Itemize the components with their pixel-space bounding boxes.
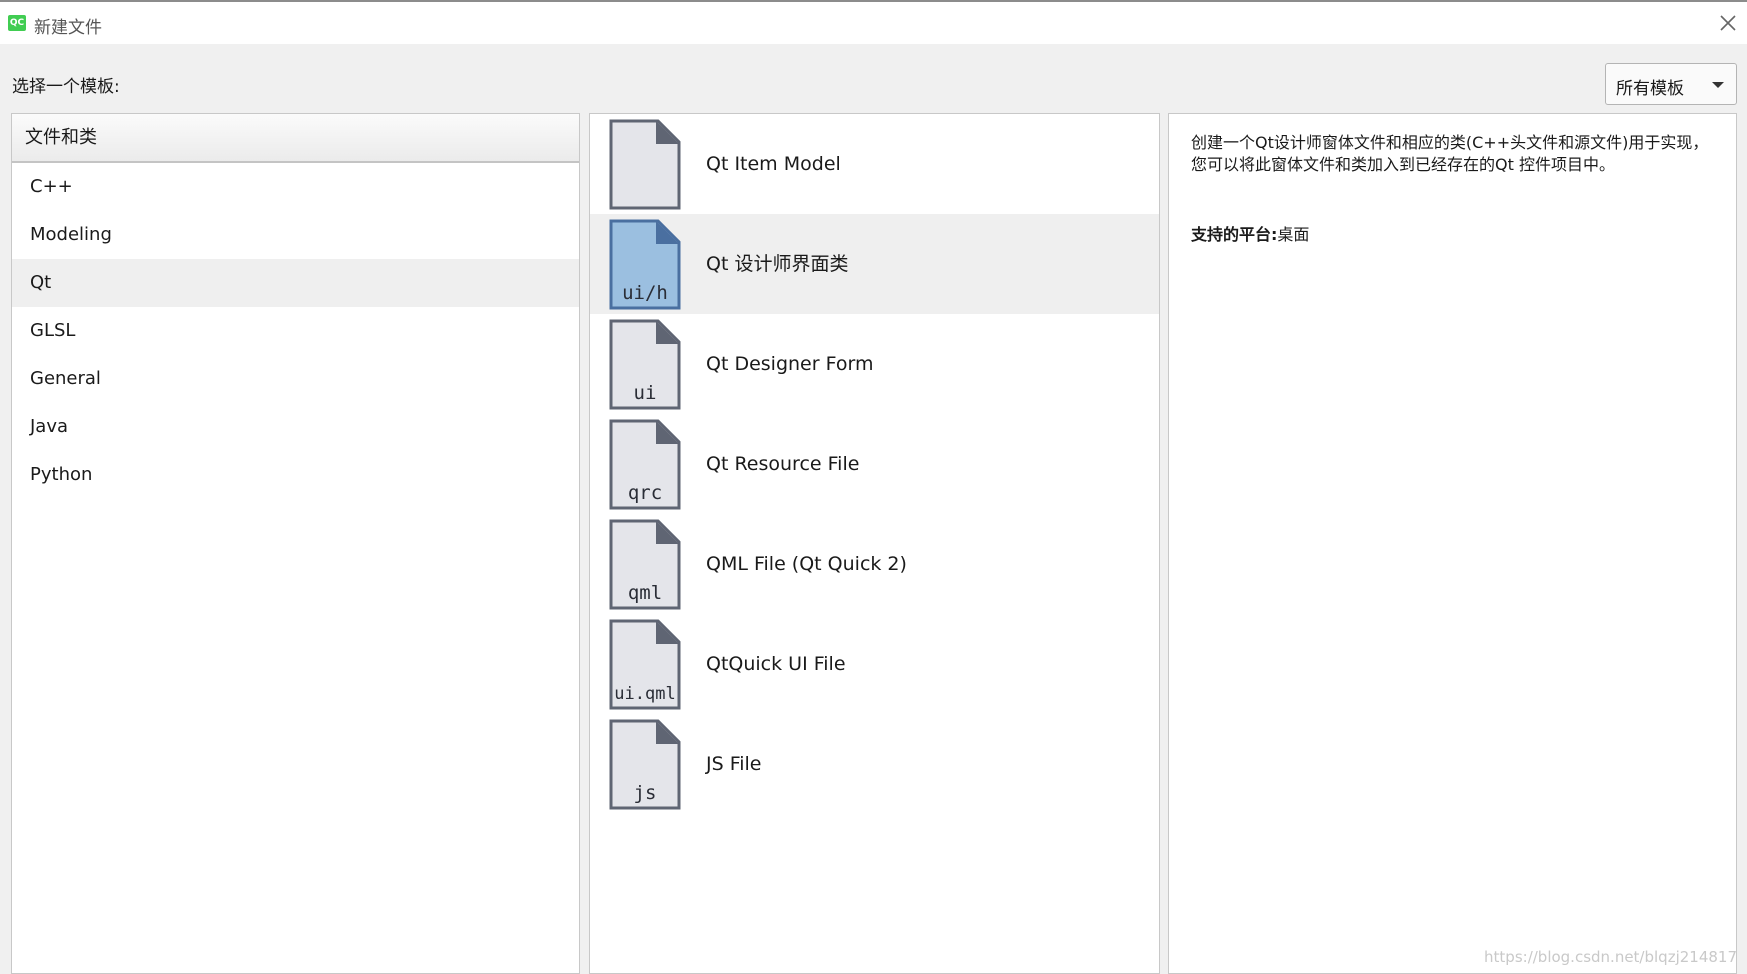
choose-template-label: 选择一个模板:: [12, 77, 120, 97]
document-file-icon: ui.qml: [609, 619, 681, 710]
document-file-icon: qml: [609, 519, 681, 610]
template-description: 创建一个Qt设计师窗体文件和相应的类(C++头文件和源文件)用于实现，您可以将此…: [1191, 133, 1709, 174]
file-type-text: qrc: [628, 482, 662, 504]
template-filter-value: 所有模板: [1616, 79, 1684, 99]
category-item-cpp[interactable]: C++: [12, 163, 579, 211]
template-label: Qt Item Model: [706, 153, 841, 175]
category-group-header[interactable]: 文件和类: [12, 114, 579, 163]
template-item[interactable]: js JS File: [590, 714, 1159, 814]
file-type-text: ui: [634, 382, 657, 404]
supported-platforms: 支持的平台:桌面: [1191, 221, 1309, 245]
category-item-modeling[interactable]: Modeling: [12, 211, 579, 259]
title-bar: QC 新建文件: [0, 0, 1747, 44]
template-label: Qt Designer Form: [706, 353, 874, 375]
window-title: 新建文件: [34, 18, 102, 38]
category-item-python[interactable]: Python: [12, 451, 579, 499]
watermark: https://blog.csdn.net/blqzj214817: [1484, 948, 1737, 966]
qt-logo-icon: QC: [8, 15, 26, 31]
category-list: C++ Modeling Qt GLSL General Java Python: [12, 163, 579, 499]
template-label: QML File (Qt Quick 2): [706, 553, 907, 575]
template-item[interactable]: qrc Qt Resource File: [590, 414, 1159, 514]
close-icon: [1720, 15, 1736, 31]
template-item[interactable]: ui Qt Designer Form: [590, 314, 1159, 414]
template-item[interactable]: qml QML File (Qt Quick 2): [590, 514, 1159, 614]
category-panel: 文件和类 C++ Modeling Qt GLSL General Java Python: [11, 113, 580, 974]
document-file-icon: ui: [609, 319, 681, 410]
details-panel: 创建一个Qt设计师窗体文件和相应的类(C++头文件和源文件)用于实现，您可以将此…: [1168, 113, 1737, 974]
template-list: Qt Item Model ui/h Qt 设计师界面类 ui Qt Designer …: [590, 114, 1159, 814]
template-label: JS File: [706, 753, 762, 775]
close-button[interactable]: [1713, 8, 1743, 38]
template-item[interactable]: ui.qml QtQuick UI File: [590, 614, 1159, 714]
template-label: QtQuick UI File: [706, 653, 846, 675]
category-item-general[interactable]: General: [12, 355, 579, 403]
file-type-text: qml: [628, 582, 662, 604]
template-label: Qt 设计师界面类: [706, 253, 849, 275]
template-panel: Qt Item Model ui/h Qt 设计师界面类 ui Qt Designer …: [589, 113, 1160, 974]
category-item-qt[interactable]: Qt: [12, 259, 579, 307]
category-item-glsl[interactable]: GLSL: [12, 307, 579, 355]
template-filter-dropdown[interactable]: 所有模板: [1605, 63, 1737, 105]
template-item[interactable]: Qt Item Model: [590, 114, 1159, 214]
file-type-text: ui.qml: [614, 684, 675, 704]
file-type-text: ui/h: [622, 282, 668, 304]
category-item-java[interactable]: Java: [12, 403, 579, 451]
chevron-down-icon: [1712, 82, 1724, 88]
file-type-text: js: [634, 782, 657, 804]
platforms-label: 支持的平台:: [1191, 225, 1278, 244]
platforms-value: 桌面: [1277, 225, 1310, 244]
document-file-icon: js: [609, 719, 681, 810]
template-label: Qt Resource File: [706, 453, 860, 475]
template-item[interactable]: ui/h Qt 设计师界面类: [590, 214, 1159, 314]
document-file-icon: qrc: [609, 419, 681, 510]
document-file-icon: ui/h: [609, 219, 681, 310]
document-file-icon: [609, 119, 681, 210]
